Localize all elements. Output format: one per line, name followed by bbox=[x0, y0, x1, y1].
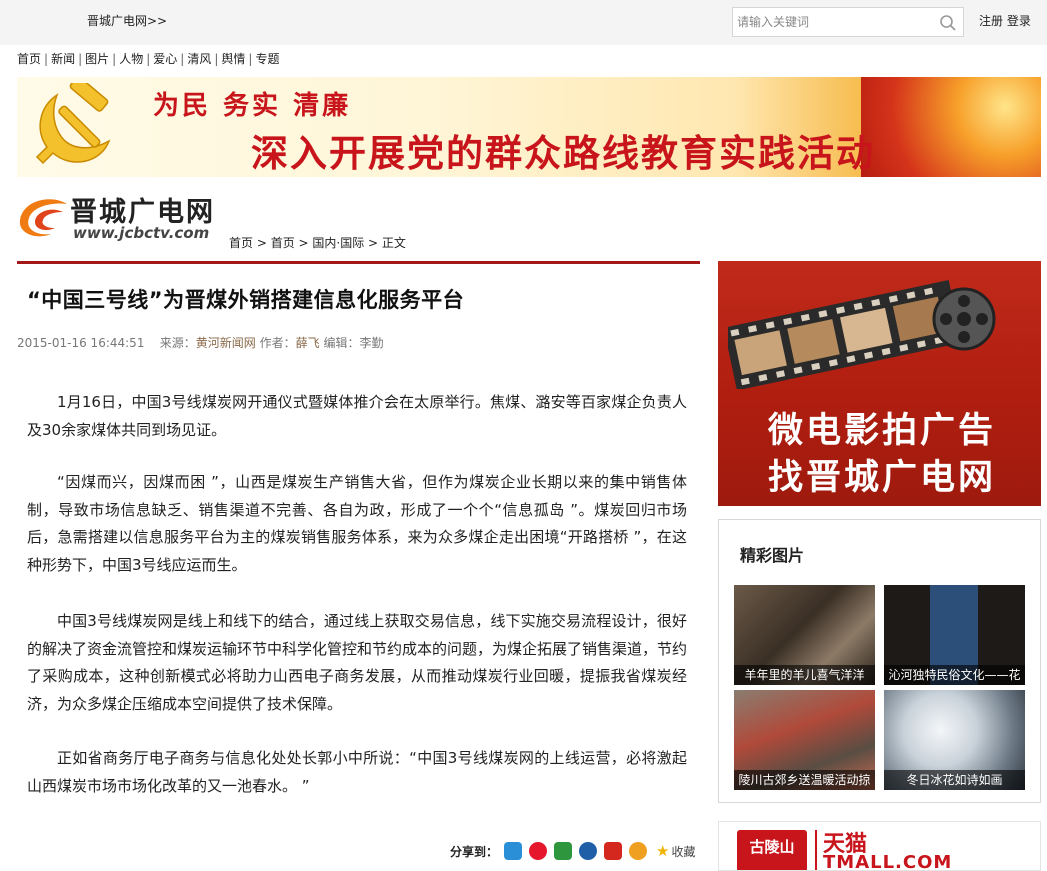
photo-item[interactable]: 陵川古郊乡送温暖活动掠 bbox=[734, 690, 875, 790]
breadcrumb-home-2[interactable]: 首页 bbox=[271, 236, 295, 250]
nav-separator: | bbox=[112, 52, 117, 66]
breadcrumb-current: 正文 bbox=[381, 236, 406, 250]
featured-photos: 精彩图片 羊年里的羊儿喜气洋洋 沁河独特民俗文化——花 陵川古郊乡送温暖活动掠 … bbox=[718, 519, 1041, 803]
meta-author: 薛飞 bbox=[295, 336, 320, 350]
meta-datetime: 2015-01-16 16:44:51 bbox=[17, 336, 145, 350]
douban-icon[interactable] bbox=[554, 842, 573, 860]
meta-source: 黄河新闻网 bbox=[195, 336, 256, 350]
nav-item-integrity[interactable]: 清风 bbox=[187, 52, 211, 66]
top-bar: 晋城广电网>> 注册 登录 bbox=[0, 0, 1047, 45]
ad-slogan-2: 找晋城广电网 bbox=[768, 458, 997, 498]
article-paragraph: 1月16日，中国3号线煤炭网开通仪式暨媒体推介会在太原举行。焦煤、潞安等百家煤企… bbox=[27, 389, 687, 444]
breadcrumb-category[interactable]: 国内·国际 bbox=[312, 236, 364, 250]
paragraph-text: 1月16日，中国3号线煤炭网开通仪式暨媒体推介会在太原举行。焦煤、潞安等百家煤企… bbox=[27, 393, 687, 439]
nav-separator: | bbox=[214, 52, 219, 66]
logo-url: www.jcbctv.com bbox=[73, 224, 210, 242]
auth-links: 注册 登录 bbox=[979, 12, 1031, 29]
hammer-sickle-icon bbox=[35, 83, 111, 165]
breadcrumb-home[interactable]: 首页 bbox=[229, 236, 253, 250]
star-icon: ★ bbox=[656, 842, 670, 860]
photo-caption: 羊年里的羊儿喜气洋洋 bbox=[734, 665, 875, 685]
favorite-button[interactable]: ★ 收藏 bbox=[656, 842, 695, 860]
tmall-url: TMALL.COM bbox=[823, 852, 953, 871]
ad-divider bbox=[815, 830, 817, 870]
photo-item[interactable]: 沁河独特民俗文化——花 bbox=[884, 585, 1025, 685]
nav-separator: | bbox=[248, 52, 253, 66]
nav-item-people[interactable]: 人物 bbox=[119, 52, 143, 66]
gulingshan-logo: 古陵山 bbox=[737, 830, 807, 870]
meta-source-label: 来源： bbox=[159, 336, 196, 350]
nav-item-home[interactable]: 首页 bbox=[17, 52, 41, 66]
article-paragraph: 中国3号线煤炭网是线上和线下的结合，通过线上获取交易信息，线下实施交易流程设计，… bbox=[27, 608, 687, 718]
micro-film-ad[interactable]: 微电影拍广告 找晋城广电网 bbox=[718, 261, 1041, 506]
register-link[interactable]: 注册 bbox=[979, 14, 1003, 28]
article-title: “中国三号线”为晋煤外销搭建信息化服务平台 bbox=[27, 288, 465, 312]
film-reel-icon bbox=[728, 280, 996, 389]
nav-item-topics[interactable]: 专题 bbox=[255, 52, 279, 66]
site-logo[interactable]: 晋城广电网 www.jcbctv.com bbox=[17, 190, 217, 245]
kaixin-icon[interactable] bbox=[629, 842, 648, 860]
main-nav: 首页 | 新闻 | 图片 | 人物 | 爱心 | 清风 | 舆情 | 专题 bbox=[17, 50, 279, 67]
search-box bbox=[732, 7, 964, 37]
site-home-link[interactable]: 晋城广电网>> bbox=[87, 12, 167, 29]
photo-caption: 沁河独特民俗文化——花 bbox=[884, 665, 1025, 685]
meta-author-label: 作者： bbox=[259, 336, 296, 350]
people-icon[interactable] bbox=[604, 842, 623, 860]
paragraph-text: 正如省商务厅电子商务与信息化处处长郭小中所说：“中国3号线煤炭网的上线运营，必将… bbox=[27, 749, 687, 795]
renren-icon[interactable] bbox=[579, 842, 598, 860]
banner-slogan-2: 深入开展党的群众路线教育实践活动 bbox=[251, 132, 875, 175]
photo-caption: 陵川古郊乡送温暖活动掠 bbox=[734, 770, 875, 790]
photo-box-title: 精彩图片 bbox=[740, 546, 805, 565]
favorite-label: 收藏 bbox=[671, 844, 696, 859]
nav-item-pictures[interactable]: 图片 bbox=[85, 52, 109, 66]
ad-slogan-1: 微电影拍广告 bbox=[768, 411, 997, 451]
weibo-icon[interactable] bbox=[529, 842, 548, 860]
search-icon[interactable] bbox=[939, 14, 957, 32]
article-divider bbox=[17, 261, 700, 264]
nav-item-charity[interactable]: 爱心 bbox=[153, 52, 177, 66]
nav-separator: | bbox=[180, 52, 185, 66]
banner-sunburst bbox=[861, 77, 1041, 177]
login-link[interactable]: 登录 bbox=[1007, 14, 1031, 28]
meta-editor: 李勤 bbox=[359, 336, 384, 350]
article-meta: 2015-01-16 16:44:51 来源：黄河新闻网 作者：薛飞 编辑：李勤 bbox=[17, 334, 383, 351]
nav-item-news[interactable]: 新闻 bbox=[51, 52, 75, 66]
search-input[interactable] bbox=[733, 8, 929, 36]
paragraph-text: “因煤而兴，因煤而困 ”，山西是煤炭生产销售大省，但作为煤炭企业长期以来的集中销… bbox=[27, 473, 687, 574]
article-paragraph: “因煤而兴，因煤而困 ”，山西是煤炭生产销售大省，但作为煤炭企业长期以来的集中销… bbox=[27, 469, 687, 579]
article-paragraph: 正如省商务厅电子商务与信息化处处长郭小中所说：“中国3号线煤炭网的上线运营，必将… bbox=[27, 745, 687, 800]
nav-separator: | bbox=[78, 52, 83, 66]
nav-separator: | bbox=[44, 52, 49, 66]
breadcrumb: 首页 > 首页 > 国内·国际 > 正文 bbox=[229, 236, 406, 250]
nav-separator: | bbox=[146, 52, 151, 66]
share-bar: 分享到： ★ 收藏 bbox=[450, 842, 695, 860]
meta-editor-label: 编辑： bbox=[323, 336, 360, 350]
tmall-ad[interactable]: 古陵山 天猫 TMALL.COM bbox=[718, 821, 1041, 871]
banner-slogan-1: 为民 务实 清廉 bbox=[153, 91, 352, 121]
nav-item-opinion[interactable]: 舆情 bbox=[221, 52, 245, 66]
paragraph-text: 中国3号线煤炭网是线上和线下的结合，通过线上获取交易信息，线下实施交易流程设计，… bbox=[27, 612, 688, 713]
qzone-icon[interactable] bbox=[504, 842, 523, 860]
photo-item[interactable]: 羊年里的羊儿喜气洋洋 bbox=[734, 585, 875, 685]
photo-item[interactable]: 冬日冰花如诗如画 bbox=[884, 690, 1025, 790]
share-label: 分享到： bbox=[450, 844, 499, 859]
campaign-banner[interactable]: 为民 务实 清廉 深入开展党的群众路线教育实践活动 bbox=[17, 77, 1041, 177]
logo-swirl-icon bbox=[19, 199, 68, 237]
photo-caption: 冬日冰花如诗如画 bbox=[884, 770, 1025, 790]
